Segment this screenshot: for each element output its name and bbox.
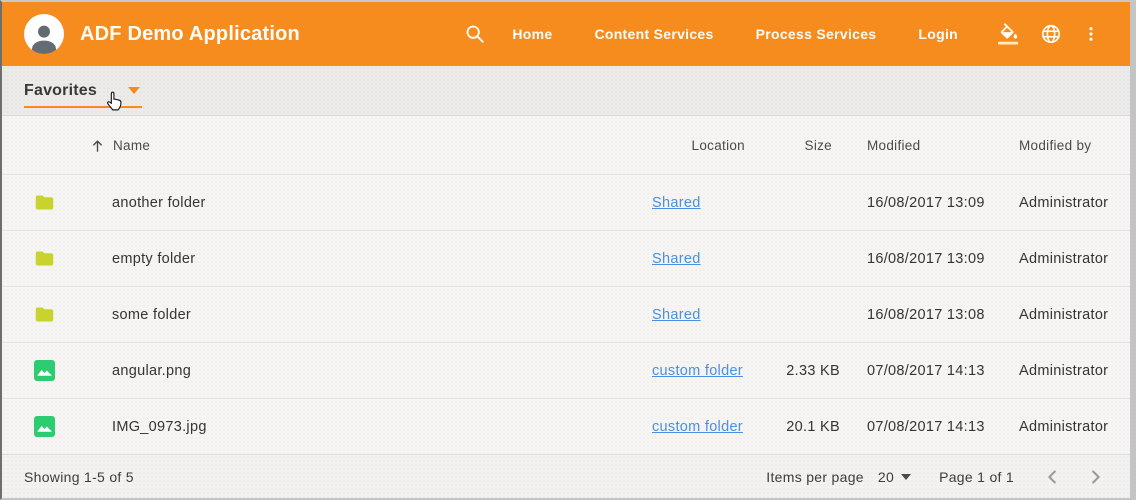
view-selector-bar: Favorites: [2, 66, 1130, 116]
items-per-page-value: 20: [878, 469, 894, 485]
items-per-page-dropdown[interactable]: Items per page 20: [766, 469, 911, 485]
more-vert-icon[interactable]: [1082, 23, 1100, 45]
search-icon[interactable]: [464, 23, 486, 45]
nav-item-content-services[interactable]: Content Services: [594, 26, 713, 42]
cell-location-link[interactable]: Shared: [652, 307, 701, 323]
table-row[interactable]: empty folder Shared 16/08/2017 13:09 Adm…: [2, 230, 1130, 286]
chevron-right-icon[interactable]: [1084, 466, 1106, 488]
cell-size: 2.33 KB: [767, 363, 840, 379]
page-nav-buttons: [1042, 466, 1106, 488]
cell-size: 20.1 KB: [767, 419, 840, 435]
folder-icon: [34, 304, 112, 325]
main-nav: Home Content Services Process Services L…: [512, 26, 958, 42]
user-avatar[interactable]: [24, 14, 64, 54]
cell-modified-by: Administrator: [1019, 307, 1112, 323]
nav-item-process-services[interactable]: Process Services: [756, 26, 877, 42]
page-status-label: Page 1 of 1: [939, 469, 1014, 485]
column-header-size[interactable]: Size: [767, 138, 840, 153]
app-title: ADF Demo Application: [80, 23, 300, 46]
user-avatar-icon: [27, 20, 61, 54]
sort-ascending-icon: [90, 138, 105, 153]
cell-modified: 16/08/2017 13:08: [840, 307, 1019, 323]
chevron-left-icon[interactable]: [1042, 466, 1064, 488]
column-header-modified[interactable]: Modified: [840, 138, 1019, 153]
items-per-page-label: Items per page: [766, 469, 864, 485]
chevron-down-icon: [901, 474, 911, 480]
active-tab-underline: [24, 106, 142, 108]
table-row[interactable]: another folder Shared 16/08/2017 13:09 A…: [2, 174, 1130, 230]
nav-item-home[interactable]: Home: [512, 26, 552, 42]
cell-name[interactable]: another folder: [112, 195, 652, 211]
globe-icon[interactable]: [1040, 23, 1062, 45]
column-header-location[interactable]: Location: [652, 138, 767, 153]
column-header-name[interactable]: Name: [90, 138, 652, 153]
color-fill-icon: [998, 23, 1020, 45]
cell-modified: 07/08/2017 14:13: [840, 419, 1019, 435]
cell-modified-by: Administrator: [1019, 251, 1112, 267]
cell-modified: 07/08/2017 14:13: [840, 363, 1019, 379]
showing-range-label: Showing 1-5 of 5: [24, 469, 134, 485]
app-window: ADF Demo Application Home Content Servic…: [0, 0, 1136, 500]
chevron-down-icon[interactable]: [128, 87, 140, 94]
cell-modified: 16/08/2017 13:09: [840, 195, 1019, 211]
table-row[interactable]: IMG_0973.jpg custom folder 20.1 KB 07/08…: [2, 398, 1130, 454]
cell-modified-by: Administrator: [1019, 195, 1112, 211]
cell-location-link[interactable]: custom folder: [652, 419, 743, 435]
cell-name[interactable]: angular.png: [112, 363, 652, 379]
cell-location-link[interactable]: Shared: [652, 251, 701, 267]
pagination-controls: Items per page 20 Page 1 of 1: [766, 466, 1106, 488]
image-icon: [34, 416, 112, 437]
cell-location-link[interactable]: custom folder: [652, 363, 743, 379]
cell-modified-by: Administrator: [1019, 419, 1112, 435]
column-header-name-label: Name: [113, 138, 150, 153]
cell-modified-by: Administrator: [1019, 363, 1112, 379]
image-icon: [34, 360, 112, 381]
cell-name[interactable]: IMG_0973.jpg: [112, 419, 652, 435]
tab-favorites-label: Favorites: [24, 82, 97, 100]
cell-location-link[interactable]: Shared: [652, 195, 701, 211]
theme-picker-button[interactable]: [998, 23, 1020, 45]
table-row[interactable]: some folder Shared 16/08/2017 13:08 Admi…: [2, 286, 1130, 342]
table-header-row: Name Location Size Modified Modified by: [2, 116, 1130, 174]
nav-item-login[interactable]: Login: [918, 26, 958, 42]
column-header-modified-by[interactable]: Modified by: [1019, 138, 1112, 153]
pagination-bar: Showing 1-5 of 5 Items per page 20 Page …: [2, 454, 1130, 498]
cell-modified: 16/08/2017 13:09: [840, 251, 1019, 267]
cell-name[interactable]: some folder: [112, 307, 652, 323]
table-row[interactable]: angular.png custom folder 2.33 KB 07/08/…: [2, 342, 1130, 398]
toolbar: ADF Demo Application Home Content Servic…: [2, 2, 1130, 66]
document-list: Name Location Size Modified Modified by …: [2, 116, 1130, 454]
folder-icon: [34, 192, 112, 213]
folder-icon: [34, 248, 112, 269]
toolbar-icon-group: [998, 23, 1100, 45]
cell-name[interactable]: empty folder: [112, 251, 652, 267]
